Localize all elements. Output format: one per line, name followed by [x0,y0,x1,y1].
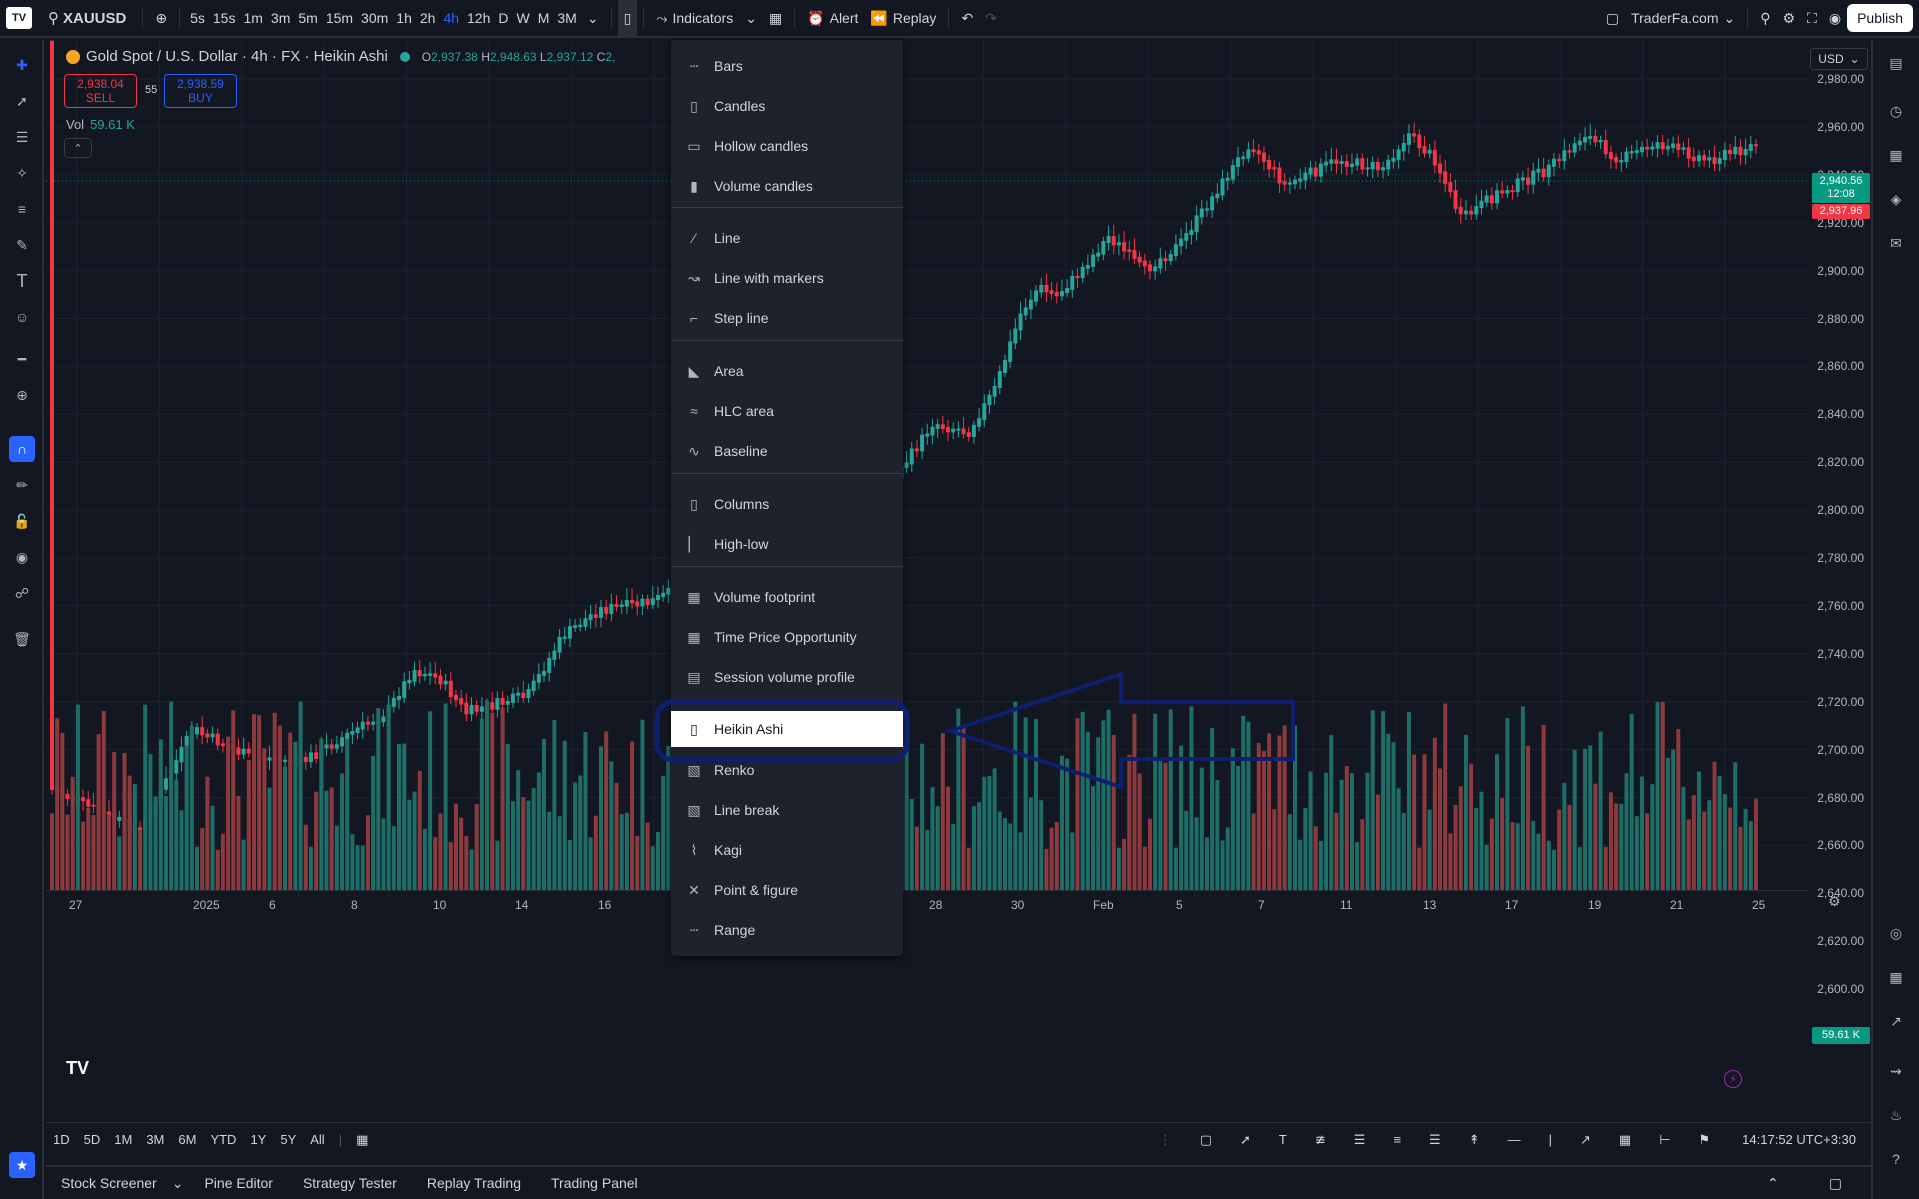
grid-tool-icon[interactable]: ▦ [1612,1132,1638,1148]
trend-line-tool-icon[interactable]: ➚ [1233,1132,1258,1148]
range-1m[interactable]: 1M [107,1132,139,1147]
drag-handle-icon[interactable]: ⋮ [1152,1132,1179,1148]
goto-date-icon[interactable]: ▦ [349,1132,375,1148]
range-1d[interactable]: 1D [46,1132,77,1147]
clock-label[interactable]: 14:17:52 UTC+3:30 [1735,1132,1863,1147]
flag-tool-icon[interactable]: ⚑ [1692,1132,1718,1148]
brush-tool-icon[interactable]: ↟ [1462,1132,1487,1148]
annotation-overlay [654,671,1295,790]
text-tool-icon[interactable]: T [1272,1132,1294,1147]
tab-pine-editor[interactable]: Pine Editor [189,1175,287,1192]
tab-trading-panel[interactable]: Trading Panel [536,1175,653,1192]
arrow-tool-icon[interactable]: ↗ [1573,1132,1598,1148]
chevron-down-icon[interactable]: ⌄ [172,1175,190,1192]
maximize-icon[interactable]: ▢ [1814,1175,1857,1192]
range-5d[interactable]: 5D [77,1132,108,1147]
range-all[interactable]: All [303,1132,331,1147]
path-tool-icon[interactable]: ≇ [1308,1132,1333,1148]
tab-stock-screener[interactable]: Stock Screener [46,1175,172,1192]
chevron-up-icon[interactable]: ⌃ [1752,1175,1794,1192]
rectangle-tool-icon[interactable]: ▢ [1193,1132,1219,1148]
fib-tool-icon[interactable]: ≡ [1386,1132,1408,1147]
channel-tool-icon[interactable]: ☰ [1347,1132,1373,1148]
range-5y[interactable]: 5Y [273,1132,303,1147]
range-bar: 1D 5D 1M 3M 6M YTD 1Y 5Y All | ▦ ⋮ ▢ ➚ T ≇ ☰ ≡ ☰… [46,1122,1871,1156]
range-tool-icon[interactable]: ☰ [1422,1132,1448,1148]
tab-strategy-tester[interactable]: Strategy Tester [288,1175,412,1192]
horizontal-line-icon[interactable]: — [1501,1132,1528,1147]
vertical-line-icon[interactable]: | [1542,1132,1559,1147]
ray-tool-icon[interactable]: ⊢ [1652,1132,1677,1148]
range-6m[interactable]: 6M [171,1132,203,1147]
bottom-panel: Stock Screener ⌄ Pine Editor Strategy Teste… [46,1165,1871,1199]
range-1y[interactable]: 1Y [243,1132,273,1147]
range-3m[interactable]: 3M [139,1132,171,1147]
tab-replay-trading[interactable]: Replay Trading [412,1175,536,1192]
range-ytd[interactable]: YTD [203,1132,243,1147]
